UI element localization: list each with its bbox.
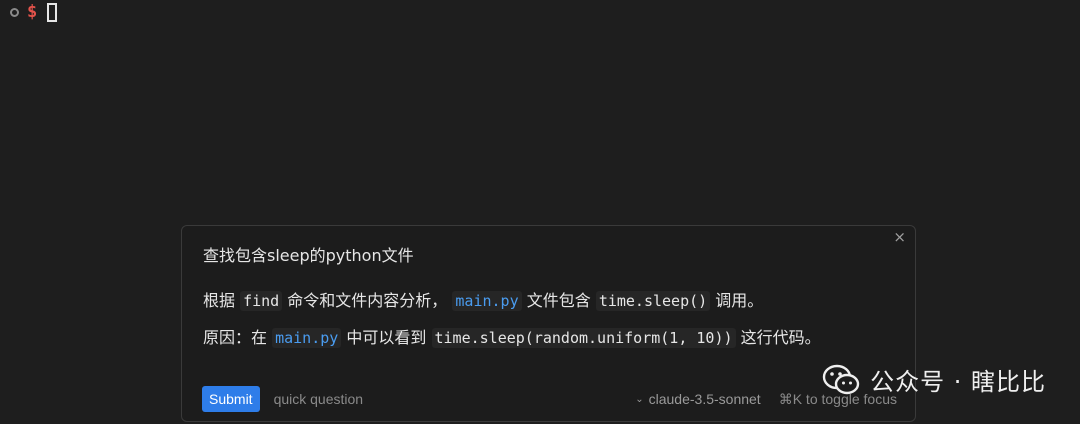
- answer-text-span: 命令和文件内容分析，: [282, 291, 453, 310]
- ai-answer-panel: × 查找包含sleep的python文件 根据 find 命令和文件内容分析， …: [181, 225, 916, 422]
- submit-button[interactable]: Submit: [202, 386, 260, 412]
- status-circle-icon: [10, 7, 19, 17]
- answer-text-span: 根据: [203, 291, 241, 310]
- answer-text-span: 中可以看到: [341, 328, 432, 347]
- answer-text-span: 原因：在: [203, 328, 273, 347]
- answer-text-span: 这行代码。: [735, 328, 821, 347]
- model-label: claude-3.5-sonnet: [648, 391, 761, 407]
- terminal-prompt: $: [10, 0, 58, 24]
- code-find: find: [240, 291, 283, 311]
- terminal-cursor[interactable]: [47, 2, 58, 22]
- code-time-sleep-random: time.sleep(random.uniform(1, 10)): [431, 328, 736, 348]
- watermark: 公众号 · 瞎比比: [822, 362, 1046, 397]
- chevron-down-icon: ⌄: [635, 393, 644, 405]
- close-icon[interactable]: ×: [893, 230, 906, 245]
- model-selector[interactable]: ⌄ claude-3.5-sonnet: [635, 391, 760, 407]
- answer-text-span: 调用。: [710, 291, 764, 310]
- answer-text: 根据 find 命令和文件内容分析， main.py 文件包含 time.sle…: [203, 288, 883, 362]
- file-link-main-py[interactable]: main.py: [452, 291, 522, 311]
- query-title: 查找包含sleep的python文件: [203, 246, 414, 265]
- watermark-text: 公众号 · 瞎比比: [870, 368, 1046, 396]
- quick-question-input[interactable]: [271, 390, 576, 408]
- prompt-symbol: $: [27, 1, 38, 22]
- wechat-icon: [822, 364, 860, 394]
- panel-footer: Submit ⌄ claude-3.5-sonnet ⌘K to toggle …: [202, 386, 897, 412]
- file-link-main-py[interactable]: main.py: [272, 328, 342, 348]
- code-time-sleep: time.sleep(): [595, 291, 711, 311]
- answer-paragraph-1: 根据 find 命令和文件内容分析， main.py 文件包含 time.sle…: [203, 288, 883, 314]
- answer-paragraph-2: 原因：在 main.py 中可以看到 time.sleep(random.uni…: [203, 325, 883, 351]
- answer-text-span: 文件包含: [521, 291, 596, 310]
